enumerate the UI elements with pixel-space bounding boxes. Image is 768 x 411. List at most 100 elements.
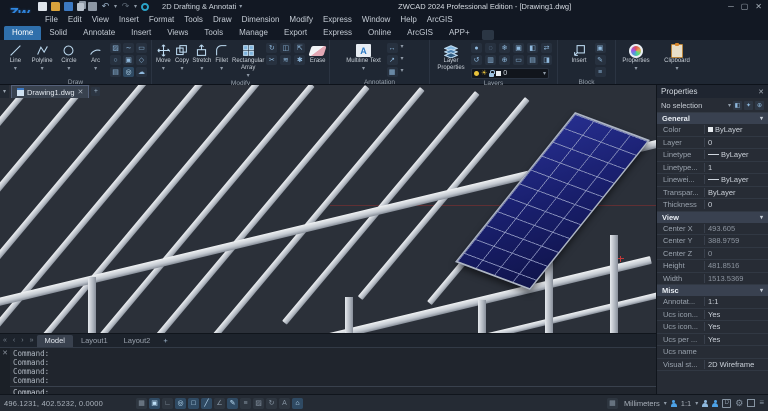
menu-draw[interactable]: Draw bbox=[208, 14, 237, 25]
trim-icon[interactable]: ✂ bbox=[266, 55, 277, 65]
maximize-button[interactable]: ▢ bbox=[741, 2, 749, 11]
properties-palette-button[interactable]: Properties ▾ bbox=[619, 42, 653, 72]
mirror-icon[interactable]: ◫ bbox=[280, 43, 291, 53]
section-general[interactable]: General ▾ bbox=[657, 113, 768, 124]
fillet-button[interactable]: Fillet ▾ bbox=[213, 42, 230, 72]
section-misc[interactable]: Misc ▾ bbox=[657, 285, 768, 296]
circle-button[interactable]: Circle ▾ bbox=[57, 42, 82, 72]
arc-button[interactable]: Arc ▾ bbox=[83, 42, 108, 72]
table-icon[interactable]: ▦ bbox=[387, 67, 398, 77]
prop-row-layer[interactable]: Layer 0 bbox=[657, 137, 768, 150]
first-layout-icon[interactable]: « bbox=[0, 337, 10, 344]
save-all-icon[interactable] bbox=[77, 3, 84, 11]
tab-insert[interactable]: Insert bbox=[123, 26, 159, 40]
next-layout-icon[interactable]: › bbox=[18, 337, 26, 344]
rectangle-icon[interactable]: ▭ bbox=[136, 43, 147, 53]
prop-row-center-y[interactable]: Center Y 388.9759 bbox=[657, 235, 768, 248]
last-layout-icon[interactable]: » bbox=[27, 337, 37, 344]
tab-arcgis[interactable]: ArcGIS bbox=[399, 26, 441, 40]
hatch-icon[interactable]: ▨ bbox=[110, 43, 121, 53]
menu-help[interactable]: Help bbox=[395, 14, 421, 25]
line-button[interactable]: Line ▾ bbox=[3, 42, 28, 72]
spline-icon[interactable]: ∼ bbox=[123, 43, 134, 53]
workspace-switcher[interactable]: 2D Drafting & Annotati ▾ bbox=[157, 1, 247, 12]
layer-prev-icon[interactable]: ↺ bbox=[471, 55, 482, 65]
polyline-button[interactable]: Polyline ▾ bbox=[30, 42, 55, 72]
prop-row-thickness[interactable]: Thickness 0 bbox=[657, 199, 768, 212]
prev-layout-icon[interactable]: ‹ bbox=[10, 337, 18, 344]
menu-arcgis[interactable]: ArcGIS bbox=[422, 14, 458, 25]
region-icon[interactable]: ▣ bbox=[123, 55, 134, 65]
layer-freeze-all-icon[interactable]: ▤ bbox=[527, 55, 538, 65]
tab-export[interactable]: Export bbox=[276, 26, 315, 40]
polar-tracking-icon[interactable]: ◎ bbox=[175, 398, 186, 409]
layer-lock-icon[interactable]: ▣ bbox=[513, 43, 524, 53]
annotation-monitor-icon[interactable]: A bbox=[279, 398, 290, 409]
layer-isolate-icon[interactable]: ◧ bbox=[527, 43, 538, 53]
prop-row-linetype[interactable]: Linetype ByLayer bbox=[657, 149, 768, 162]
scale-icon[interactable]: ⇱ bbox=[294, 43, 305, 53]
ellipse-icon[interactable]: ○ bbox=[110, 55, 121, 65]
workspace-icon[interactable] bbox=[141, 3, 149, 11]
menu-express[interactable]: Express bbox=[318, 14, 357, 25]
close-button[interactable]: ✕ bbox=[755, 2, 762, 11]
erase-button[interactable]: Erase bbox=[309, 42, 326, 65]
drawing-canvas[interactable]: ▾ Drawing1.dwg ✕ + bbox=[0, 85, 656, 333]
layer-freeze-icon[interactable]: ❄ bbox=[499, 43, 510, 53]
tab-layout2[interactable]: Layout2 bbox=[116, 335, 159, 347]
tab-tools[interactable]: Tools bbox=[196, 26, 231, 40]
prop-row-ucs-icon-origin[interactable]: Ucs icon... Yes bbox=[657, 321, 768, 334]
menu-insert[interactable]: Insert bbox=[114, 14, 144, 25]
leader-icon[interactable]: ↗ bbox=[387, 55, 398, 65]
prop-row-ucs-icon-on[interactable]: Ucs icon... Yes bbox=[657, 309, 768, 322]
prop-row-linetype-scale[interactable]: Linetype... 1 bbox=[657, 162, 768, 175]
menu-format[interactable]: Format bbox=[144, 14, 179, 25]
menu-modify[interactable]: Modify bbox=[284, 14, 318, 25]
new-file-icon[interactable] bbox=[38, 2, 47, 11]
status-menu-icon[interactable]: ≡ bbox=[759, 399, 764, 407]
tab-app-plus[interactable]: APP+ bbox=[441, 26, 478, 40]
section-view[interactable]: View ▾ bbox=[657, 212, 768, 223]
prop-row-width[interactable]: Width 1513.5369 bbox=[657, 273, 768, 286]
transparency-icon[interactable]: ▨ bbox=[253, 398, 264, 409]
properties-palette-header[interactable]: Properties ✕ bbox=[657, 85, 768, 98]
prop-row-annotation-scale[interactable]: Annotat... 1:1 bbox=[657, 296, 768, 309]
isodraft-icon[interactable]: ⌂ bbox=[292, 398, 303, 409]
layer-off-icon[interactable]: ◌ bbox=[485, 43, 496, 53]
selection-cycling-icon[interactable]: ↻ bbox=[266, 398, 277, 409]
grid-icon[interactable]: ▦ bbox=[136, 398, 147, 409]
offset-icon[interactable]: ≋ bbox=[280, 55, 291, 65]
tab-layout1[interactable]: Layout1 bbox=[73, 335, 116, 347]
rectangular-array-button[interactable]: Rectangular Array ▾ bbox=[232, 42, 264, 79]
lineweight-icon[interactable]: ≡ bbox=[240, 398, 251, 409]
insert-button[interactable]: Insert bbox=[566, 42, 593, 65]
tab-home[interactable]: Home bbox=[4, 26, 41, 40]
layer-walk-icon[interactable]: ▥ bbox=[485, 55, 496, 65]
layer-unlock-icon[interactable]: ◨ bbox=[541, 55, 552, 65]
layer-match-icon[interactable]: ⇄ bbox=[541, 43, 552, 53]
close-icon[interactable]: ✕ bbox=[758, 88, 764, 96]
autoscale-icon[interactable] bbox=[712, 400, 718, 407]
close-icon[interactable]: ✕ bbox=[78, 88, 84, 96]
ducs-icon[interactable]: ∠ bbox=[214, 398, 225, 409]
ribbon-options-icon[interactable] bbox=[482, 30, 494, 40]
prop-row-ucs-per-viewport[interactable]: Ucs per ... Yes bbox=[657, 334, 768, 347]
command-window-close-icon[interactable]: ✕ bbox=[0, 348, 10, 394]
undo-dropdown-icon[interactable]: ▾ bbox=[114, 3, 117, 10]
create-block-icon[interactable]: ▣ bbox=[595, 43, 606, 53]
explode-icon[interactable]: ✱ bbox=[294, 55, 305, 65]
tab-express[interactable]: Express bbox=[315, 26, 360, 40]
undo-icon[interactable]: ↶ bbox=[101, 2, 110, 11]
toggle-pickadd-icon[interactable]: ⊕ bbox=[755, 101, 764, 110]
redo-icon[interactable]: ↷ bbox=[121, 2, 130, 11]
document-tab[interactable]: Drawing1.dwg ✕ bbox=[11, 85, 89, 98]
tab-views[interactable]: Views bbox=[159, 26, 196, 40]
layer-delete-icon[interactable]: ▭ bbox=[513, 55, 524, 65]
menu-edit[interactable]: Edit bbox=[63, 14, 87, 25]
gradient-icon[interactable]: ▤ bbox=[110, 67, 121, 77]
copy-button[interactable]: Copy ▾ bbox=[174, 42, 191, 72]
open-file-icon[interactable] bbox=[51, 2, 60, 11]
select-objects-icon[interactable]: ✦ bbox=[744, 101, 753, 110]
layer-select-dropdown[interactable]: ☀ 0 ▾ bbox=[471, 68, 549, 79]
rotate-icon[interactable]: ↻ bbox=[266, 43, 277, 53]
